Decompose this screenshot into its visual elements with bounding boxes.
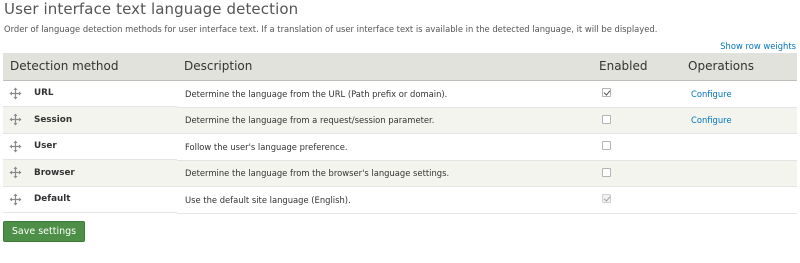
enabled-cell xyxy=(592,186,681,214)
method-description: Determine the language from the browser'… xyxy=(177,160,592,187)
move-arrows-icon[interactable] xyxy=(9,140,22,153)
operations-cell xyxy=(681,160,797,187)
table-body: URL Determine the language from the URL (… xyxy=(3,80,797,214)
configure-link[interactable]: Configure xyxy=(691,115,732,125)
page-title: User interface text language detection xyxy=(4,0,299,18)
header-operations: Operations xyxy=(681,53,797,81)
detection-method-cell: URL xyxy=(3,80,177,107)
header-description: Description xyxy=(177,53,592,81)
method-description: Follow the user's language preference. xyxy=(177,133,592,161)
move-arrows-icon[interactable] xyxy=(9,166,22,179)
show-row-weights-link[interactable]: Show row weights xyxy=(720,41,796,51)
configure-link[interactable]: Configure xyxy=(691,89,732,99)
operations-cell xyxy=(681,133,797,161)
table-header-row: Detection method Description Enabled Ope… xyxy=(3,53,797,81)
table-row[interactable]: URL Determine the language from the URL (… xyxy=(3,80,797,108)
table-row[interactable]: Session Determine the language from a req… xyxy=(3,107,797,134)
enabled-checkbox[interactable] xyxy=(602,167,611,177)
operations-cell xyxy=(681,186,797,214)
method-description: Determine the language from the URL (Pat… xyxy=(177,80,592,108)
table-row[interactable]: User Follow the user's language preferenc… xyxy=(3,133,797,161)
header-enabled: Enabled xyxy=(592,53,681,81)
enabled-cell xyxy=(592,107,681,134)
operations-cell: Configure xyxy=(681,80,797,108)
detection-method-cell: Session xyxy=(3,107,177,134)
page-description: Order of language detection methods for … xyxy=(4,24,658,34)
method-description: Use the default site language (English). xyxy=(177,186,592,214)
enabled-cell xyxy=(592,160,681,187)
detection-method-cell: User xyxy=(3,133,177,160)
method-name: Default xyxy=(34,194,71,205)
enabled-cell xyxy=(592,80,681,108)
method-name: User xyxy=(34,141,57,152)
move-arrows-icon[interactable] xyxy=(9,193,22,206)
enabled-checkbox[interactable] xyxy=(602,114,611,124)
detection-method-cell: Default xyxy=(3,186,177,213)
move-arrows-icon[interactable] xyxy=(9,113,22,126)
enabled-checkbox[interactable] xyxy=(602,141,611,151)
detection-method-cell: Browser xyxy=(3,160,177,187)
move-arrows-icon[interactable] xyxy=(9,87,22,100)
method-name: URL xyxy=(34,88,54,99)
enabled-checkbox xyxy=(602,194,611,204)
table-row[interactable]: Default Use the default site language (En… xyxy=(3,186,797,214)
header-detection-method: Detection method xyxy=(3,53,177,81)
method-name: Browser xyxy=(34,167,75,178)
language-detection-table: Detection method Description Enabled Ope… xyxy=(3,53,797,214)
table-row[interactable]: Browser Determine the language from the b… xyxy=(3,160,797,187)
enabled-cell xyxy=(592,133,681,161)
operations-cell: Configure xyxy=(681,107,797,134)
method-description: Determine the language from a request/se… xyxy=(177,107,592,134)
save-settings-button[interactable]: Save settings xyxy=(3,221,85,242)
method-name: Session xyxy=(34,114,73,125)
enabled-checkbox[interactable] xyxy=(602,88,611,97)
